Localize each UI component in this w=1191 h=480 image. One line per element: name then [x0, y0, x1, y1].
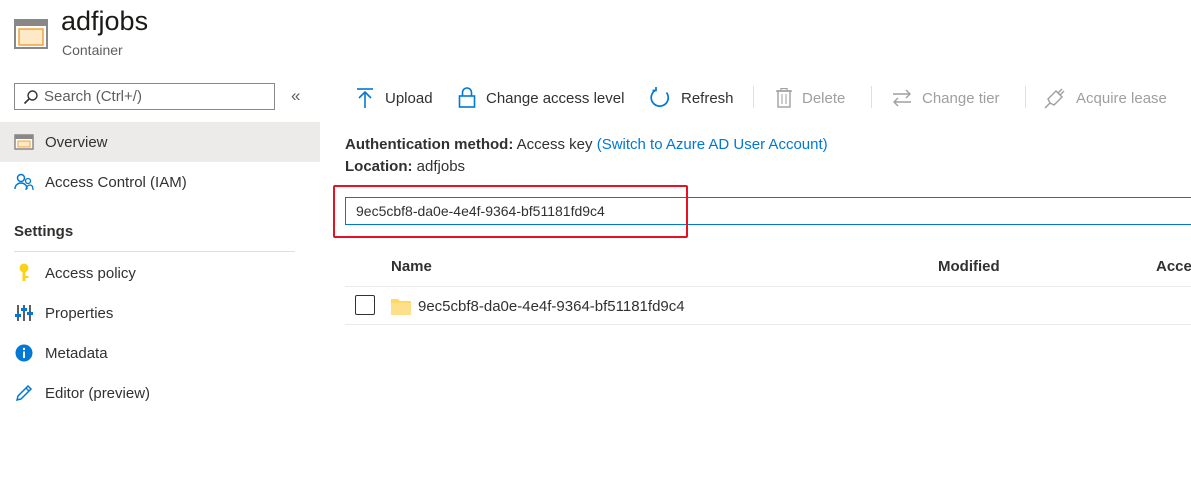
refresh-label: Refresh [681, 89, 734, 107]
change-tier-button[interactable]: Change tier [892, 84, 1000, 112]
toolbar-divider [1025, 86, 1026, 108]
auth-method-row: Authentication method: Access key (Switc… [345, 136, 828, 153]
sidebar-item-label: Access policy [45, 264, 136, 282]
acquire-lease-label: Acquire lease [1076, 89, 1167, 107]
collapse-sidebar-button[interactable]: « [291, 86, 300, 106]
row-checkbox[interactable] [355, 295, 375, 315]
upload-label: Upload [385, 89, 433, 107]
container-icon [14, 16, 48, 50]
sidebar-item-label: Overview [45, 133, 108, 151]
sidebar-item-label: Metadata [45, 344, 108, 362]
upload-button[interactable]: Upload [355, 84, 433, 112]
column-header-modified[interactable]: Modified [938, 258, 1000, 275]
switch-auth-link[interactable]: (Switch to Azure AD User Account) [597, 136, 828, 153]
sidebar-item-label: Editor (preview) [45, 384, 151, 402]
upload-icon [357, 88, 373, 108]
change-access-label: Change access level [486, 89, 625, 107]
people-icon [14, 172, 34, 192]
change-tier-label: Change tier [922, 89, 1000, 107]
sidebar-item-overview[interactable]: Overview [0, 122, 320, 162]
page-subtitle: Container [62, 42, 123, 58]
location-label: Location: [345, 158, 413, 175]
sidebar-item-label: Properties [45, 304, 114, 322]
sidebar-search[interactable] [14, 83, 275, 110]
acquire-lease-button[interactable]: Acquire lease [1044, 84, 1167, 112]
folder-icon [391, 297, 411, 320]
auth-method-label: Authentication method: [345, 136, 514, 153]
sidebar-item-editor[interactable]: Editor (preview) [0, 373, 320, 413]
sidebar-item-access-control[interactable]: Access Control (IAM) [0, 162, 320, 202]
sidebar-item-properties[interactable]: Properties [0, 293, 320, 333]
refresh-icon [650, 87, 670, 107]
lock-icon [458, 87, 476, 108]
divider [14, 251, 295, 252]
delete-label: Delete [802, 89, 846, 107]
auth-method-value: Access key [516, 136, 593, 153]
sidebar-item-label: Access Control (IAM) [45, 173, 187, 191]
plug-icon [1044, 88, 1065, 109]
column-header-name[interactable]: Name [391, 258, 432, 275]
table-divider [345, 324, 1191, 325]
toolbar-divider [871, 86, 872, 108]
overview-icon [14, 132, 34, 152]
location-value: adfjobs [416, 158, 466, 175]
table-row-name[interactable]: 9ec5cbf8-da0e-4e4f-9364-bf51181fd9c4 [418, 298, 685, 315]
refresh-button[interactable]: Refresh [649, 84, 734, 112]
table-divider [345, 286, 1191, 287]
delete-button[interactable]: Delete [776, 84, 845, 112]
search-icon [23, 89, 38, 104]
column-header-access[interactable]: Acce [1156, 258, 1191, 275]
toolbar-divider [753, 86, 754, 108]
search-input[interactable] [44, 88, 264, 105]
location-row: Location: adfjobs [345, 158, 465, 175]
swap-arrows-icon [893, 89, 911, 107]
page-title: adfjobs [61, 6, 149, 36]
change-access-level-button[interactable]: Change access level [458, 84, 624, 112]
path-input[interactable] [345, 197, 1191, 225]
trash-icon [776, 88, 792, 108]
key-icon [14, 263, 34, 283]
settings-heading: Settings [14, 223, 74, 240]
sidebar-item-metadata[interactable]: Metadata [0, 333, 320, 373]
sliders-icon [14, 303, 34, 323]
info-icon [14, 343, 34, 363]
pencil-icon [14, 383, 34, 403]
sidebar-item-access-policy[interactable]: Access policy [0, 253, 320, 293]
